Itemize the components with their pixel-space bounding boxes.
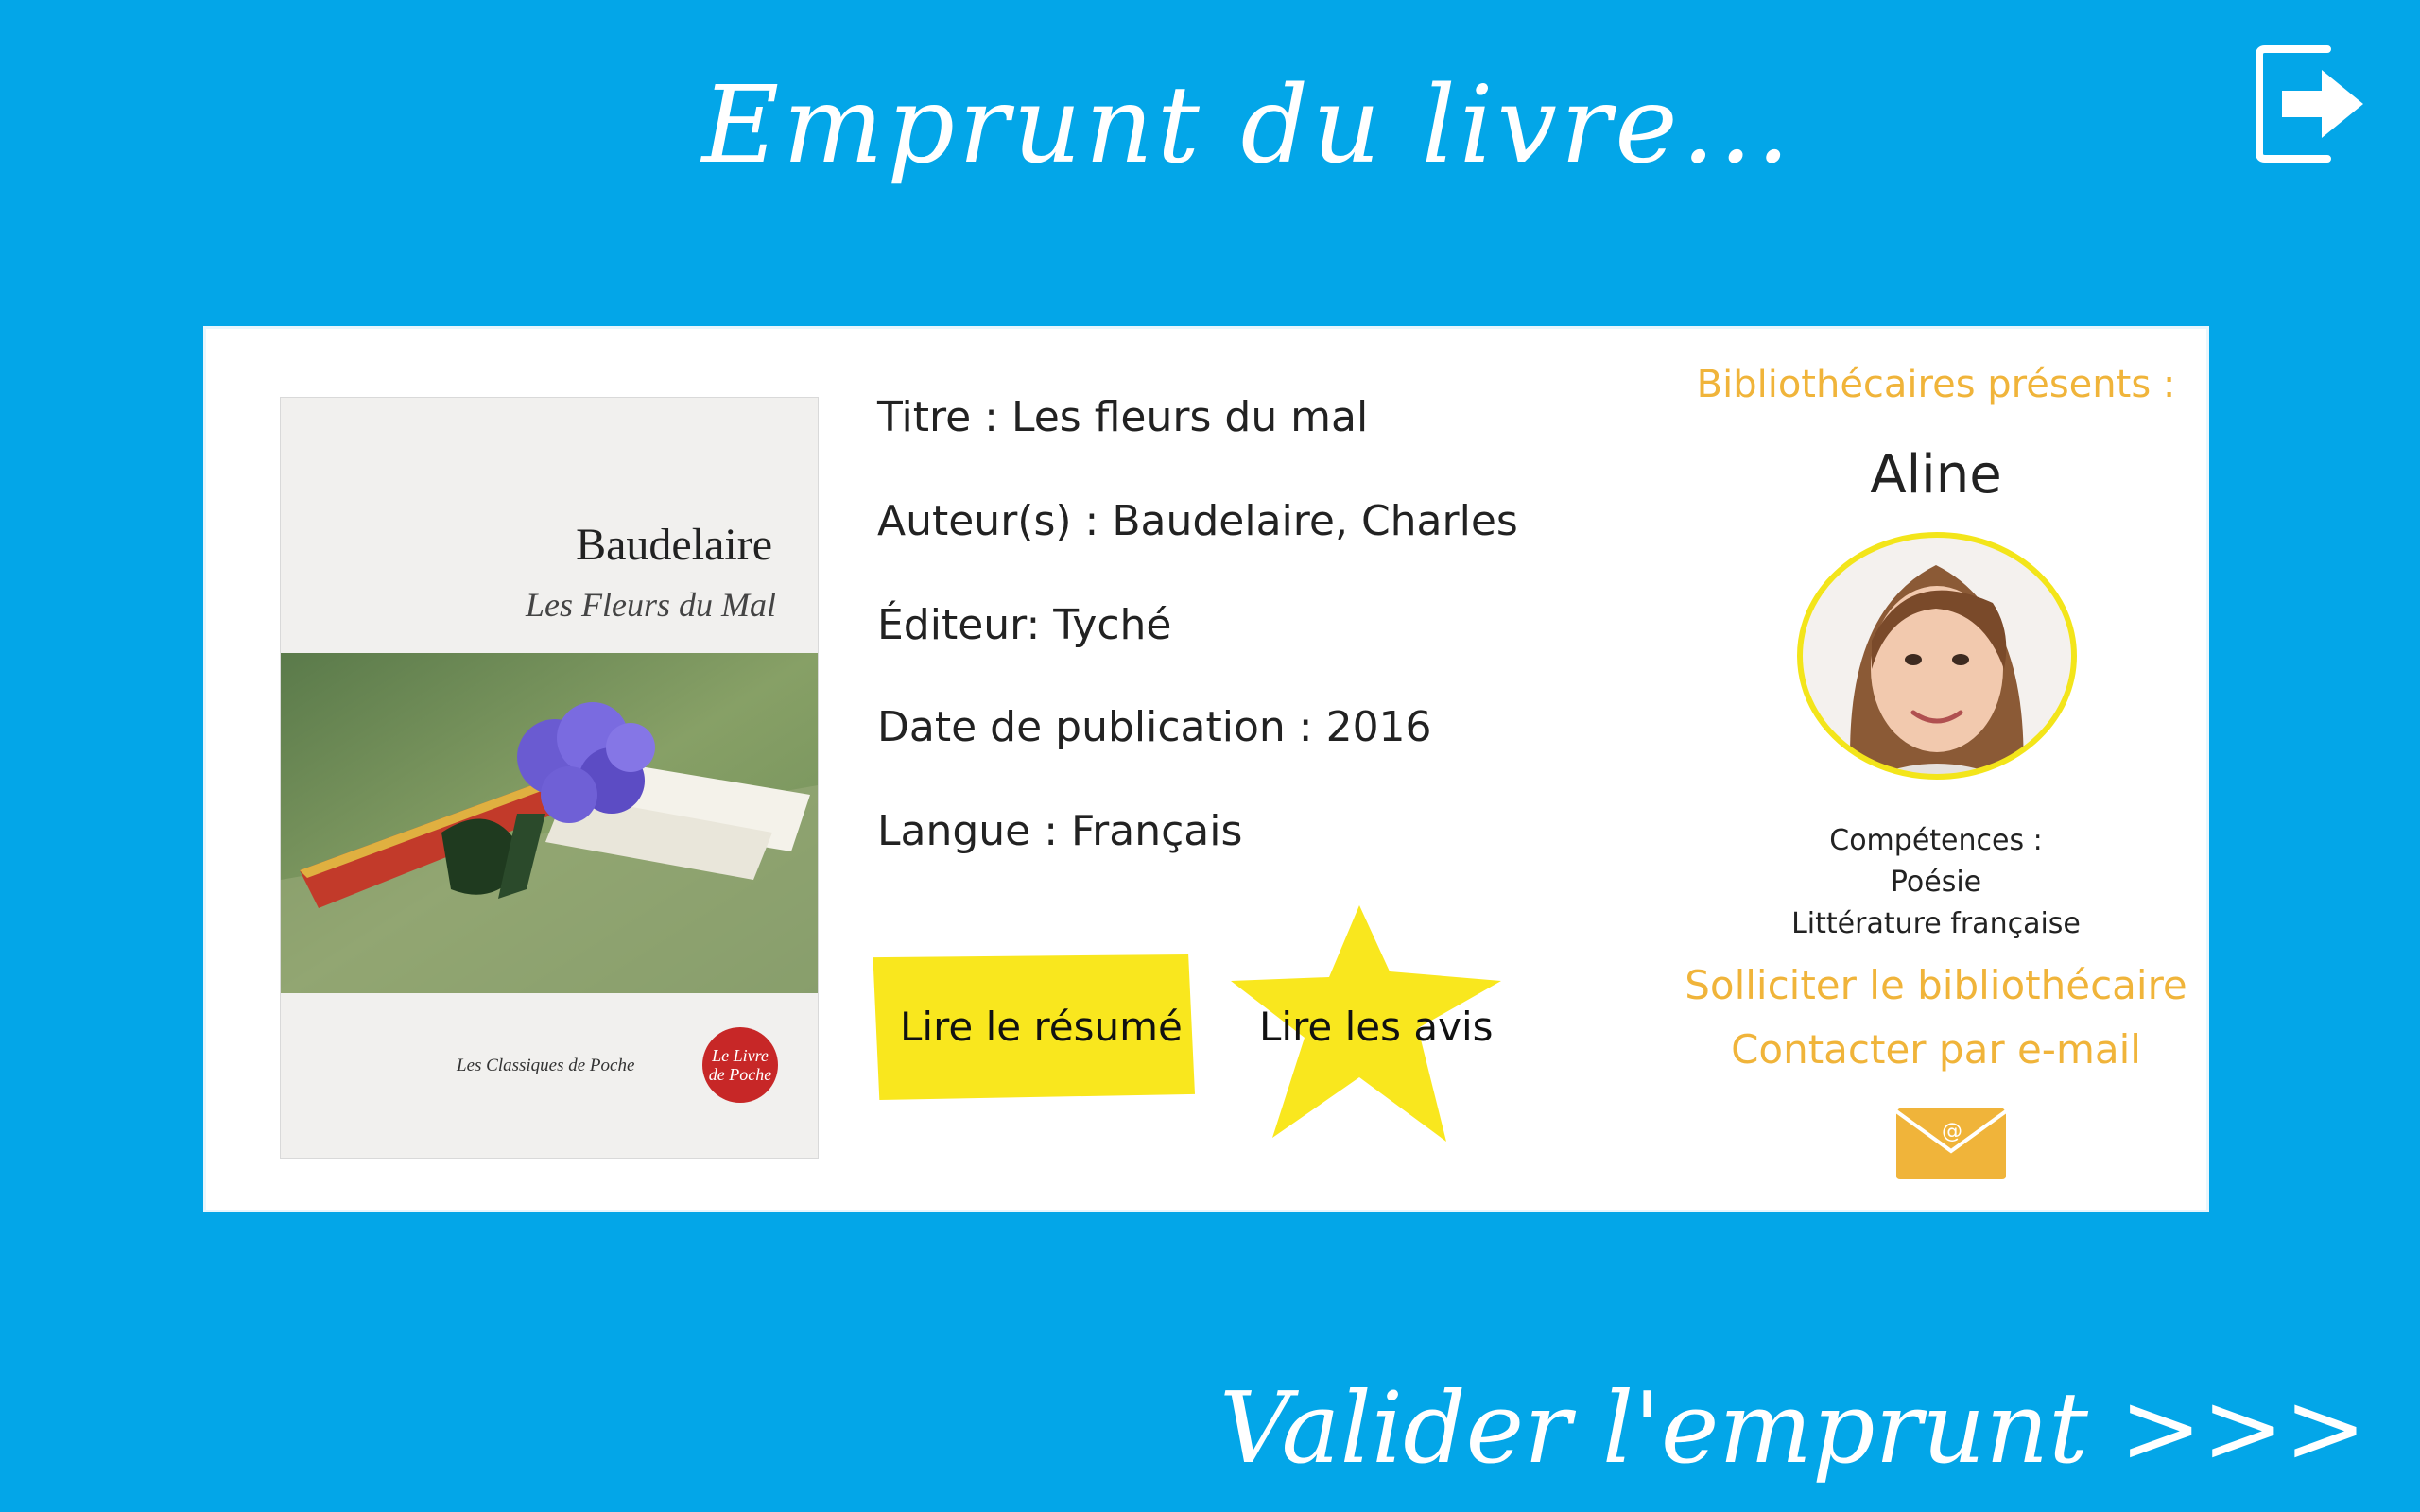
librarian-name: Aline <box>1870 444 2002 506</box>
book-date: Date de publication : 2016 <box>877 703 1432 751</box>
contact-email-link[interactable]: Contacter par e-mail <box>1671 1026 2201 1073</box>
page-title: Emprunt du livre... <box>701 64 1794 187</box>
skill-item: Poésie <box>1890 866 1982 899</box>
svg-text:@: @ <box>1942 1120 1962 1143</box>
book-publisher: Éditeur: Tyché <box>877 601 1172 649</box>
logout-icon <box>2256 45 2363 163</box>
cover-painting <box>281 653 818 993</box>
book-author: Auteur(s) : Baudelaire, Charles <box>877 497 1518 545</box>
cover-author: Baudelaire <box>576 520 772 570</box>
librarians-heading: Bibliothécaires présents : <box>1696 363 2176 406</box>
cover-title: Les Fleurs du Mal <box>526 586 776 624</box>
book-title: Titre : Les fleurs du mal <box>877 393 1369 441</box>
publisher-logo: Le Livre de Poche <box>702 1027 778 1103</box>
cover-series: Les Classiques de Poche <box>457 1056 635 1075</box>
skills-label: Compétences : <box>1829 824 2043 857</box>
mail-icon[interactable]: @ <box>1893 1104 2010 1183</box>
librarian-avatar <box>1797 532 2077 780</box>
read-reviews-button[interactable]: Lire les avis <box>1218 905 1558 1142</box>
book-cover: Baudelaire Les Fleurs du Mal Les Classiq… <box>280 397 819 1159</box>
read-summary-button[interactable]: Lire le résumé <box>870 954 1195 1100</box>
solicit-librarian-link[interactable]: Solliciter le bibliothécaire <box>1671 962 2201 1008</box>
skill-item: Littérature française <box>1791 907 2081 940</box>
logout-button[interactable] <box>2254 42 2371 166</box>
validate-loan-button[interactable]: Valider l'emprunt >>> <box>1219 1370 2367 1486</box>
read-summary-label: Lire le résumé <box>900 1004 1183 1050</box>
book-card: Baudelaire Les Fleurs du Mal Les Classiq… <box>206 329 2206 1210</box>
read-reviews-label: Lire les avis <box>1259 1004 1494 1050</box>
book-language: Langue : Français <box>877 807 1243 855</box>
